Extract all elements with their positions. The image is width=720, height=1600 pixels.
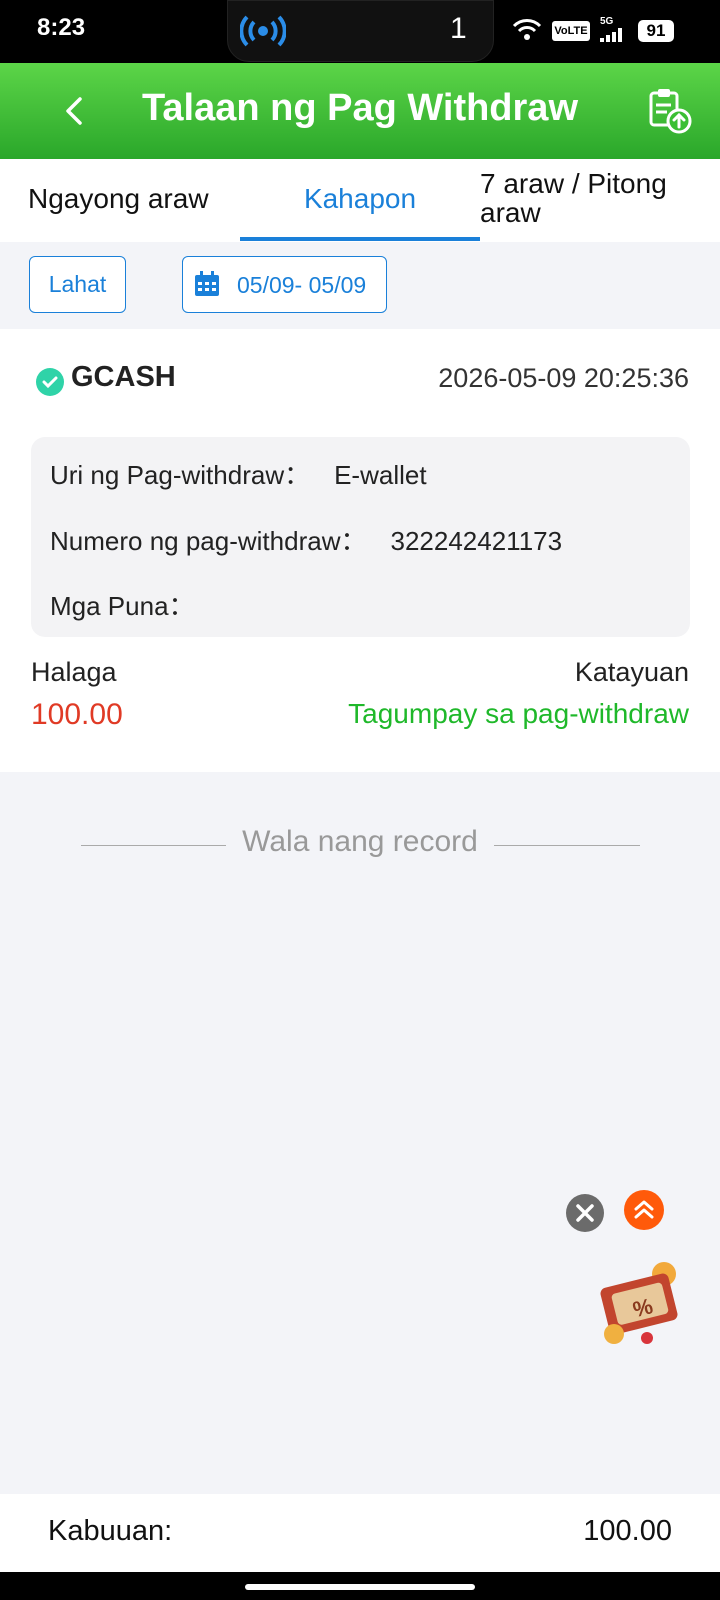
- date-range-text: 05/09- 05/09: [237, 272, 367, 298]
- clipboard-upload-icon[interactable]: [645, 87, 693, 135]
- status-bar: 8:23 1 VoLTE 5G 91: [0, 0, 720, 63]
- filter-bar: Lahat 05/09- 05/09: [0, 242, 720, 328]
- tab-7-days-label-line2: araw: [480, 197, 541, 228]
- provider-name: GCASH: [71, 361, 176, 393]
- volte-badge: VoLTE: [552, 21, 590, 41]
- tab-7-days[interactable]: 7 araw / Pitong araw: [480, 169, 667, 252]
- page-title: Talaan ng Pag Withdraw: [142, 87, 578, 129]
- status-value: Tagumpay sa pag-withdraw: [348, 698, 689, 729]
- gcash-logo-icon: [36, 368, 64, 396]
- status-label: Katayuan: [574, 657, 689, 687]
- status-time: 8:23: [37, 14, 86, 41]
- withdraw-number-label: Numero ng pag-withdraw：: [50, 526, 367, 556]
- withdraw-type-value: E-wallet: [334, 460, 427, 490]
- notification-count: 1: [450, 12, 467, 45]
- broadcast-icon: [240, 15, 286, 47]
- record-details: Uri ng Pag-withdraw： E-wallet Numero ng p…: [31, 437, 690, 637]
- scroll-top-icon[interactable]: [623, 1189, 665, 1231]
- withdraw-type-row: Uri ng Pag-withdraw： E-wallet: [50, 455, 427, 492]
- no-more-records: Wala nang record: [242, 825, 478, 858]
- wifi-icon: [512, 19, 542, 40]
- tab-7-days-label-line1: 7 araw / Pitong: [480, 168, 667, 199]
- total-bar: Kabuuan: 100.00: [0, 1494, 720, 1572]
- calendar-icon: [195, 271, 219, 296]
- record-datetime: 2026-05-09 20:25:36: [438, 363, 689, 393]
- withdraw-record[interactable]: GCASH 2026-05-09 20:25:36 Uri ng Pag-wit…: [0, 329, 720, 772]
- withdraw-number-row: Numero ng pag-withdraw： 322242421173: [50, 521, 562, 558]
- network-type: 5G: [600, 16, 614, 27]
- battery-indicator: 91: [638, 20, 674, 42]
- tab-today-label: Ngayong araw: [28, 183, 209, 214]
- date-range-button[interactable]: 05/09- 05/09: [182, 256, 387, 313]
- withdraw-number-value: 322242421173: [390, 526, 563, 556]
- app-header: Talaan ng Pag Withdraw: [0, 63, 720, 159]
- home-indicator[interactable]: [245, 1584, 475, 1590]
- promo-gift-icon[interactable]: %: [592, 1258, 692, 1348]
- total-value: 100.00: [583, 1515, 672, 1547]
- amount-label: Halaga: [31, 657, 117, 687]
- all-filter-button[interactable]: Lahat: [29, 256, 126, 313]
- amount-value: 100.00: [31, 698, 123, 731]
- divider-right: [494, 845, 640, 846]
- date-tabs: Ngayong araw Kahapon 7 araw / Pitong ara…: [0, 159, 720, 243]
- withdraw-type-label: Uri ng Pag-withdraw：: [50, 460, 311, 490]
- close-promo-icon[interactable]: [565, 1193, 605, 1233]
- tab-yesterday-label: Kahapon: [303, 183, 417, 214]
- remarks-row: Mga Puna：: [50, 586, 219, 623]
- remarks-label: Mga Puna：: [50, 591, 195, 621]
- signal-icon: [600, 28, 622, 42]
- active-tab-indicator: [240, 237, 480, 241]
- total-label: Kabuuan:: [48, 1515, 173, 1547]
